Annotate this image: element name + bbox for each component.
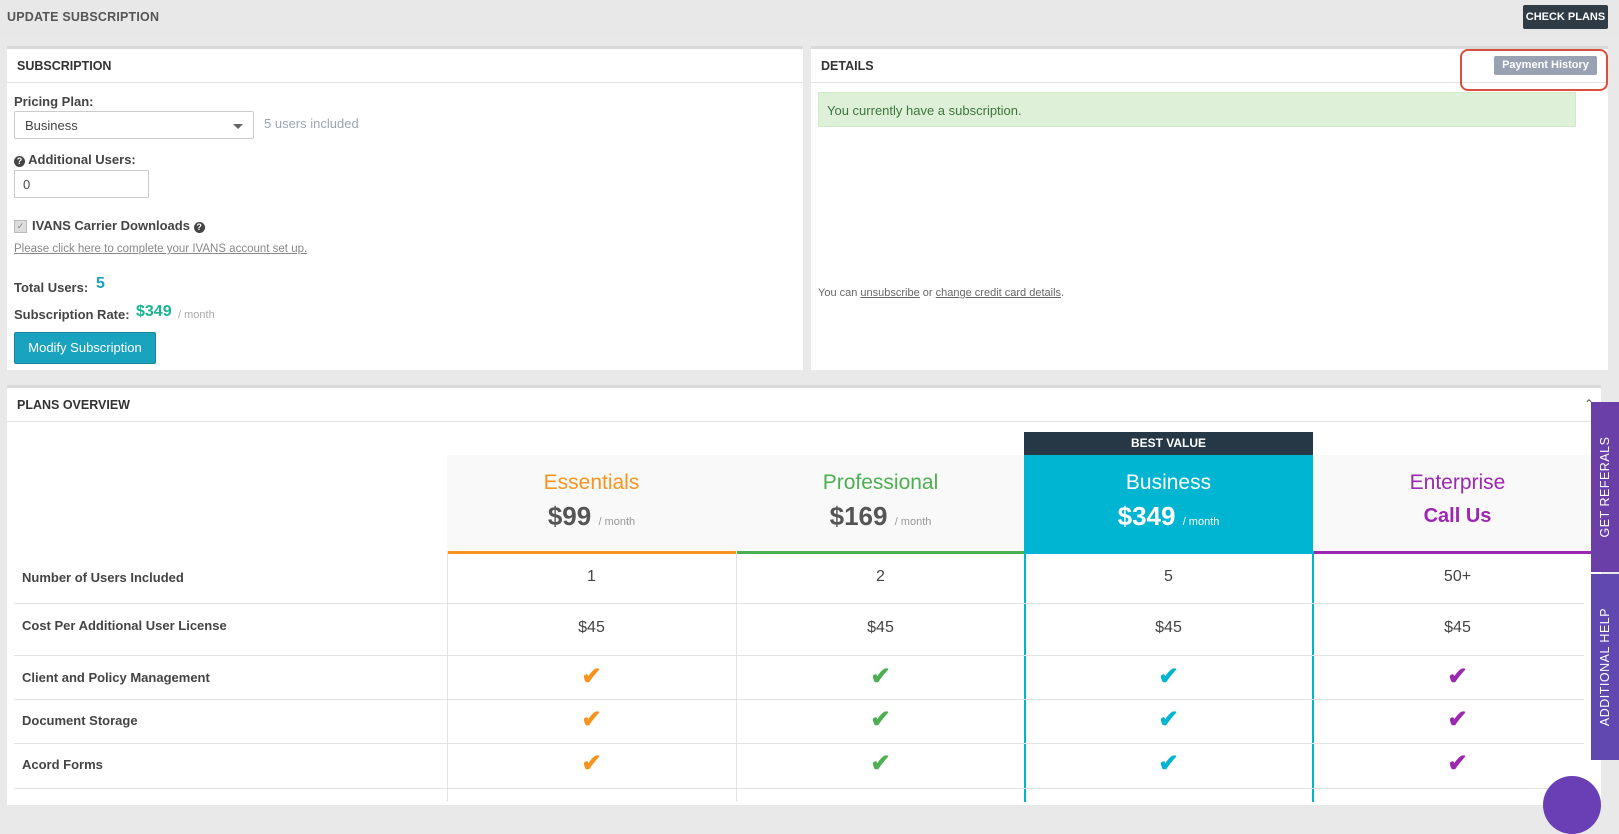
plan-price: $169 / month	[829, 501, 932, 531]
question-icon[interactable]: ?	[193, 222, 205, 233]
additional-users-input[interactable]: 0	[14, 170, 149, 198]
check-icon: ✔	[1447, 663, 1468, 690]
check-icon: ✔	[581, 750, 602, 777]
best-value-banner: BEST VALUE	[1024, 432, 1313, 455]
check-icon: ✔	[581, 663, 602, 690]
plan-price: $349 / month	[1117, 501, 1220, 531]
additional-users-label: ? Additional Users:	[14, 152, 136, 167]
row-label-acord-forms: Acord Forms	[22, 757, 103, 772]
row-divider	[14, 743, 1584, 744]
plans-overview-panel: PLANS OVERVIEW	[7, 385, 1601, 805]
subscription-rate-unit: / month	[178, 309, 215, 321]
get-referrals-tab[interactable]: GET REFERALS	[1591, 402, 1619, 572]
subscription-rate-label: Subscription Rate:	[14, 307, 130, 322]
row-divider	[14, 603, 1584, 604]
check-icon: ✔	[1447, 706, 1468, 733]
row-label-document-storage: Document Storage	[22, 713, 138, 728]
plans-overview-title: PLANS OVERVIEW	[17, 398, 130, 412]
table-cell: $45	[1444, 619, 1471, 636]
plan-name: Professional	[822, 471, 939, 494]
pricing-plan-select[interactable]: Business	[14, 111, 254, 139]
plan-business-header: Business $349 / month	[1024, 455, 1313, 554]
check-icon: ✔	[1158, 706, 1179, 733]
plan-essentials-header: Essentials $99 / month	[447, 455, 736, 554]
table-cell: 2	[876, 568, 885, 585]
row-label-users-included: Number of Users Included	[22, 570, 184, 585]
table-cell: 1	[587, 568, 596, 585]
table-cell: $45	[578, 619, 605, 636]
subscription-rate-value: $349	[136, 303, 172, 320]
subscription-alert: You currently have a subscription.	[818, 92, 1576, 127]
check-icon: ✔	[1158, 663, 1179, 690]
total-users-value: 5	[96, 275, 105, 292]
check-icon: ✔	[870, 706, 891, 733]
table-cell: $45	[867, 619, 894, 636]
table-cell: $45	[1155, 619, 1182, 636]
check-icon: ✔	[870, 750, 891, 777]
plan-price: Call Us	[1423, 505, 1492, 527]
total-users-label: Total Users:	[14, 280, 89, 295]
additional-help-tab[interactable]: ADDITIONAL HELP	[1591, 574, 1619, 760]
check-icon: ✔	[1158, 750, 1179, 777]
highlight-box	[1460, 49, 1608, 91]
chat-icon[interactable]	[1543, 776, 1601, 834]
row-divider	[14, 655, 1584, 656]
plan-name: Enterprise	[1409, 471, 1506, 494]
unsubscribe-link[interactable]: unsubscribe	[860, 287, 919, 299]
check-plans-button[interactable]: CHECK PLANS	[1523, 5, 1608, 29]
check-icon: ✔	[870, 663, 891, 690]
change-card-link[interactable]: change credit card details	[936, 287, 1061, 299]
plan-name: Business	[1125, 471, 1212, 494]
modify-subscription-button[interactable]: Modify Subscription	[14, 332, 156, 364]
pricing-plan-value: Business	[25, 118, 78, 133]
pricing-plan-label: Pricing Plan:	[14, 94, 94, 109]
check-icon: ✔	[581, 706, 602, 733]
ivans-checkbox[interactable]: ✓	[14, 220, 27, 233]
check-icon: ✔	[1447, 750, 1468, 777]
ivans-label: IVANS Carrier Downloads ?	[32, 218, 205, 233]
chevron-down-icon	[233, 124, 243, 129]
plan-enterprise-header: Enterprise Call Us	[1313, 455, 1602, 554]
row-divider	[14, 699, 1584, 700]
question-icon[interactable]: ?	[14, 156, 25, 167]
row-label-additional-user-cost: Cost Per Additional User License	[22, 618, 227, 633]
details-panel-title: DETAILS	[821, 59, 874, 73]
row-label-client-policy: Client and Policy Management	[22, 670, 210, 685]
table-cell: 5	[1164, 568, 1173, 585]
table-cell: 50+	[1443, 568, 1472, 585]
plan-price: $99 / month	[547, 501, 636, 531]
plan-name: Essentials	[543, 471, 640, 494]
subscription-panel-title: SUBSCRIPTION	[17, 59, 112, 73]
page-title: UPDATE SUBSCRIPTION	[7, 10, 160, 24]
subscription-panel-header: SUBSCRIPTION	[7, 49, 803, 83]
ivans-setup-link[interactable]: Please click here to complete your IVANS…	[14, 243, 307, 255]
top-bar: UPDATE SUBSCRIPTION CHECK PLANS	[0, 0, 1619, 37]
alert-text: You currently have a subscription.	[827, 103, 1022, 118]
details-panel: DETAILS You currently have a subscriptio…	[811, 46, 1608, 370]
users-included-text: 5 users included	[264, 116, 359, 131]
plans-overview-header: PLANS OVERVIEW	[7, 388, 1601, 422]
plan-professional-header: Professional $169 / month	[736, 455, 1025, 554]
subscription-note: You can unsubscribe or change credit car…	[818, 287, 1065, 299]
row-divider	[14, 788, 1584, 789]
